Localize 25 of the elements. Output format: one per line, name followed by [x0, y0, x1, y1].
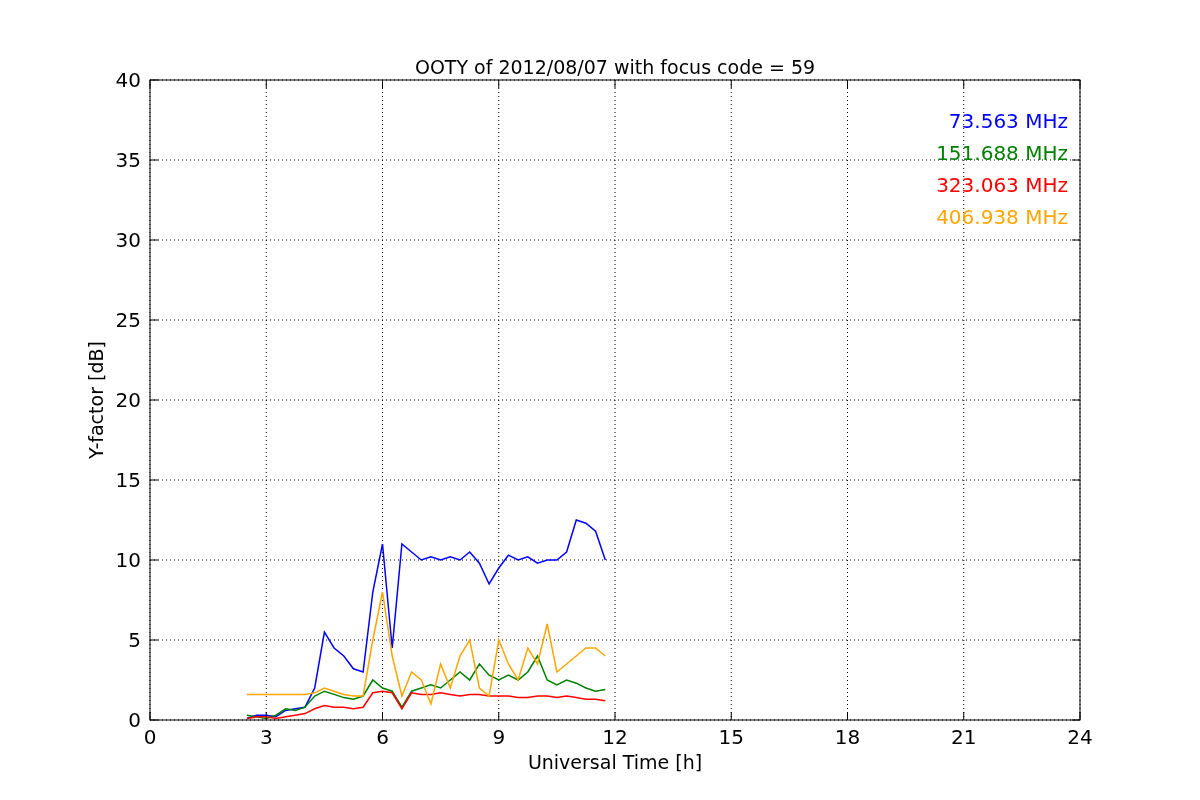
- tick-label: 0: [143, 725, 157, 749]
- tick-label: 9: [492, 725, 506, 749]
- tick-label: 15: [115, 468, 141, 492]
- tick-label: 20: [115, 388, 141, 412]
- tick-label: 10: [115, 548, 141, 572]
- tick-label: 35: [115, 148, 141, 172]
- legend-label: 406.938 MHz: [936, 205, 1068, 229]
- tick-label: 15: [718, 725, 744, 749]
- chart-title: OOTY of 2012/08/07 with focus code = 59: [414, 56, 816, 78]
- legend-label: 323.063 MHz: [936, 173, 1068, 197]
- tick-label: 5: [128, 628, 141, 652]
- tick-label: 25: [115, 308, 141, 332]
- tick-label: 18: [834, 725, 861, 749]
- tick-label: 30: [115, 228, 141, 252]
- tick-label: 40: [115, 68, 141, 92]
- tick-label: 21: [951, 725, 977, 749]
- tick-label: 12: [602, 725, 628, 749]
- tick-label: 24: [1067, 725, 1093, 749]
- legend-label: 151.688 MHz: [936, 141, 1068, 165]
- legend-label: 73.563 MHz: [948, 109, 1068, 133]
- x-axis-label: Universal Time [h]: [527, 751, 703, 773]
- tick-label: 3: [259, 725, 273, 749]
- tick-label: 6: [376, 725, 389, 749]
- y-axis-label: Y-factor [dB]: [85, 341, 107, 459]
- tick-label: 0: [128, 708, 141, 732]
